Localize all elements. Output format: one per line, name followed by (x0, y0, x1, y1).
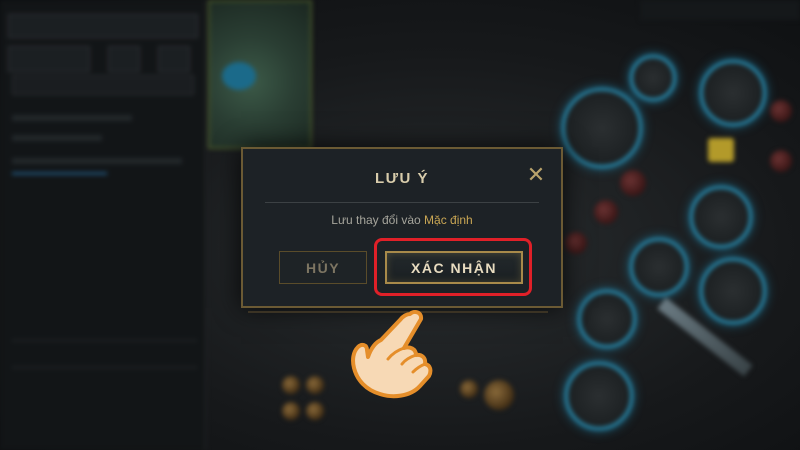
rune-slot (565, 362, 633, 430)
rune-slot (690, 186, 752, 248)
left-panel (0, 0, 206, 450)
message-highlight: Mặc định (424, 213, 473, 227)
rune-slot (630, 238, 688, 296)
rune-orb (770, 100, 792, 122)
left-bottom-tabs (12, 340, 197, 368)
left-tab (158, 46, 190, 72)
rune-slot (700, 60, 766, 126)
shard-icon (306, 402, 324, 420)
left-search-box (8, 14, 198, 38)
rune-slot (700, 258, 766, 324)
rune-slot (562, 88, 642, 168)
message-text: Lưu thay đổi vào (331, 213, 425, 227)
dialog-message: Lưu thay đổi vào Mặc định (243, 213, 561, 227)
shard-icon (306, 376, 324, 394)
tutorial-highlight-frame (374, 238, 532, 296)
rune-orb (620, 170, 646, 196)
hand-pointer-icon (351, 309, 433, 399)
close-icon[interactable]: ✕ (525, 164, 547, 186)
shard-icon (460, 380, 478, 398)
top-right-strip (640, 0, 800, 20)
shard-icon (282, 376, 300, 394)
game-screen: LƯU Ý ✕ Lưu thay đổi vào Mặc định HỦY XÁ… (0, 0, 800, 450)
left-row (12, 135, 102, 141)
left-accent-line (12, 172, 107, 175)
left-header-bar (12, 75, 194, 95)
rune-orb (565, 232, 587, 254)
left-row (12, 115, 132, 121)
rune-slot (630, 55, 676, 101)
shard-icon (282, 402, 300, 420)
rune-orb (594, 200, 618, 224)
rune-slot (578, 290, 636, 348)
left-tab (8, 46, 90, 72)
rune-badge (708, 138, 734, 162)
left-tabs (8, 46, 198, 72)
dialog-divider (265, 202, 539, 203)
left-row (12, 158, 182, 164)
map-marker (222, 62, 256, 90)
cancel-button[interactable]: HỦY (279, 251, 367, 284)
shard-icon (484, 380, 514, 410)
rune-orb (770, 150, 792, 172)
dialog-title: LƯU Ý (374, 170, 430, 187)
left-tab (108, 46, 140, 72)
